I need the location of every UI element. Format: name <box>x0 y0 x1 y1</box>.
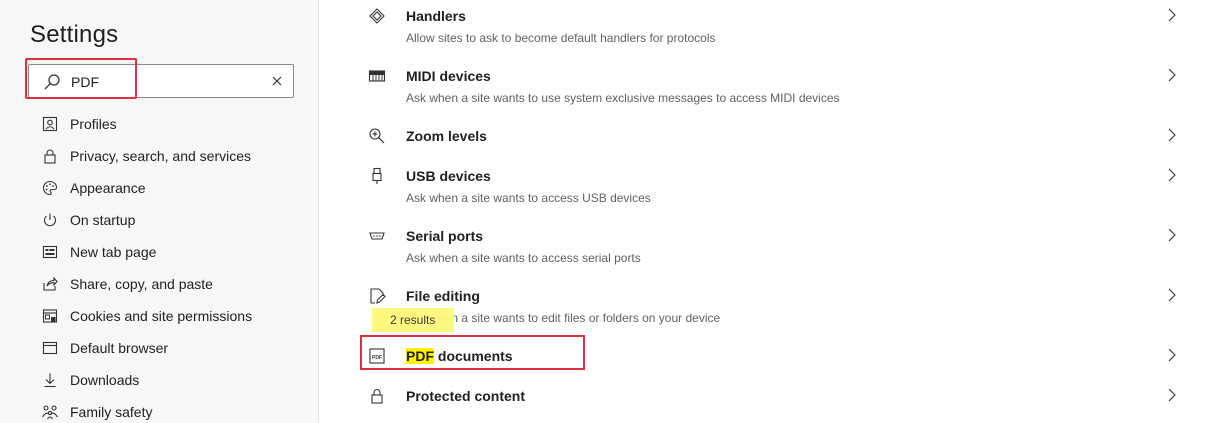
setting-row-usb-devices[interactable]: USB devices Ask when a site wants to acc… <box>360 163 1180 223</box>
sidebar-item-label: Appearance <box>70 180 146 196</box>
setting-title-rest: documents <box>434 348 513 364</box>
pdf-icon: PDF <box>369 348 385 364</box>
sidebar-item-default-browser[interactable]: Default browser <box>40 332 300 364</box>
handlers-icon <box>369 8 385 24</box>
sidebar-item-family-safety[interactable]: Family safety <box>40 396 300 423</box>
svg-text:PDF: PDF <box>372 355 382 361</box>
lock-icon <box>40 146 60 166</box>
sidebar-item-downloads[interactable]: Downloads <box>40 364 300 396</box>
share-icon <box>40 274 60 294</box>
setting-title: PDF documents <box>406 348 513 364</box>
setting-row-file-editing[interactable]: File editing Ask when a site wants to ed… <box>360 283 1180 343</box>
sidebar-item-share-copy-paste[interactable]: Share, copy, and paste <box>40 268 300 300</box>
setting-title: File editing <box>406 288 480 304</box>
sidebar-item-profiles[interactable]: Profiles <box>40 108 300 140</box>
chevron-right-icon <box>1168 168 1176 182</box>
setting-row-protected-content[interactable]: Protected content <box>360 383 1180 423</box>
zoom-icon <box>369 128 385 144</box>
sidebar-item-label: New tab page <box>70 244 157 260</box>
setting-description: Ask when a site wants to use system excl… <box>406 91 840 105</box>
sidebar-item-label: On startup <box>70 212 136 228</box>
sidebar-item-label: Default browser <box>70 340 169 356</box>
serial-port-icon <box>369 232 385 240</box>
setting-title: Protected content <box>406 388 526 404</box>
setting-title: USB devices <box>406 168 491 184</box>
power-icon <box>40 210 60 230</box>
setting-row-midi-devices[interactable]: MIDI devices Ask when a site wants to us… <box>360 63 1180 123</box>
sidebar: Settings Profiles Privacy, search, and s… <box>0 0 319 423</box>
clear-search-icon[interactable] <box>269 73 285 89</box>
chevron-right-icon <box>1168 388 1176 402</box>
setting-title: Handlers <box>406 8 466 24</box>
chevron-right-icon <box>1168 288 1176 302</box>
setting-row-serial-ports[interactable]: Serial ports Ask when a site wants to ac… <box>360 223 1180 283</box>
search-input[interactable] <box>71 71 261 93</box>
sidebar-item-on-startup[interactable]: On startup <box>40 204 300 236</box>
browser-icon <box>40 338 60 358</box>
sidebar-item-label: Cookies and site permissions <box>70 308 253 324</box>
chevron-right-icon <box>1168 68 1176 82</box>
new-tab-icon <box>40 242 60 262</box>
file-edit-icon <box>370 288 386 304</box>
sidebar-item-label: Profiles <box>70 116 117 132</box>
download-icon <box>40 370 60 390</box>
search-match-highlight: PDF <box>406 348 434 364</box>
setting-title: MIDI devices <box>406 68 491 84</box>
setting-title: Zoom levels <box>406 128 487 144</box>
setting-description: Ask when a site wants to access serial p… <box>406 251 641 265</box>
profile-icon <box>40 114 60 134</box>
setting-title: Serial ports <box>406 228 484 244</box>
chevron-right-icon <box>1168 348 1176 362</box>
sidebar-item-label: Downloads <box>70 372 140 388</box>
page-title: Settings <box>30 21 119 48</box>
search-results-tooltip: 2 results <box>372 308 454 332</box>
chevron-right-icon <box>1168 8 1176 22</box>
sidebar-item-new-tab-page[interactable]: New tab page <box>40 236 300 268</box>
family-icon <box>40 402 60 422</box>
setting-description: Allow sites to ask to become default han… <box>406 31 716 45</box>
search-box[interactable] <box>28 64 294 98</box>
lock-icon <box>371 389 383 404</box>
search-icon <box>44 74 60 90</box>
sidebar-item-label: Privacy, search, and services <box>70 148 252 164</box>
sidebar-item-cookies-permissions[interactable]: Cookies and site permissions <box>40 300 300 332</box>
sidebar-item-privacy[interactable]: Privacy, search, and services <box>40 140 300 172</box>
sidebar-item-label: Family safety <box>70 404 153 420</box>
midi-icon <box>368 70 386 82</box>
site-permissions-list: Handlers Allow sites to ask to become de… <box>320 0 1220 423</box>
chevron-right-icon <box>1168 228 1176 242</box>
palette-icon <box>40 178 60 198</box>
sidebar-item-appearance[interactable]: Appearance <box>40 172 300 204</box>
setting-description: Ask when a site wants to access USB devi… <box>406 191 651 205</box>
usb-icon <box>372 167 382 184</box>
setting-row-handlers[interactable]: Handlers Allow sites to ask to become de… <box>360 3 1180 63</box>
permissions-icon <box>40 306 60 326</box>
chevron-right-icon <box>1168 128 1176 142</box>
sidebar-item-label: Share, copy, and paste <box>70 276 213 292</box>
